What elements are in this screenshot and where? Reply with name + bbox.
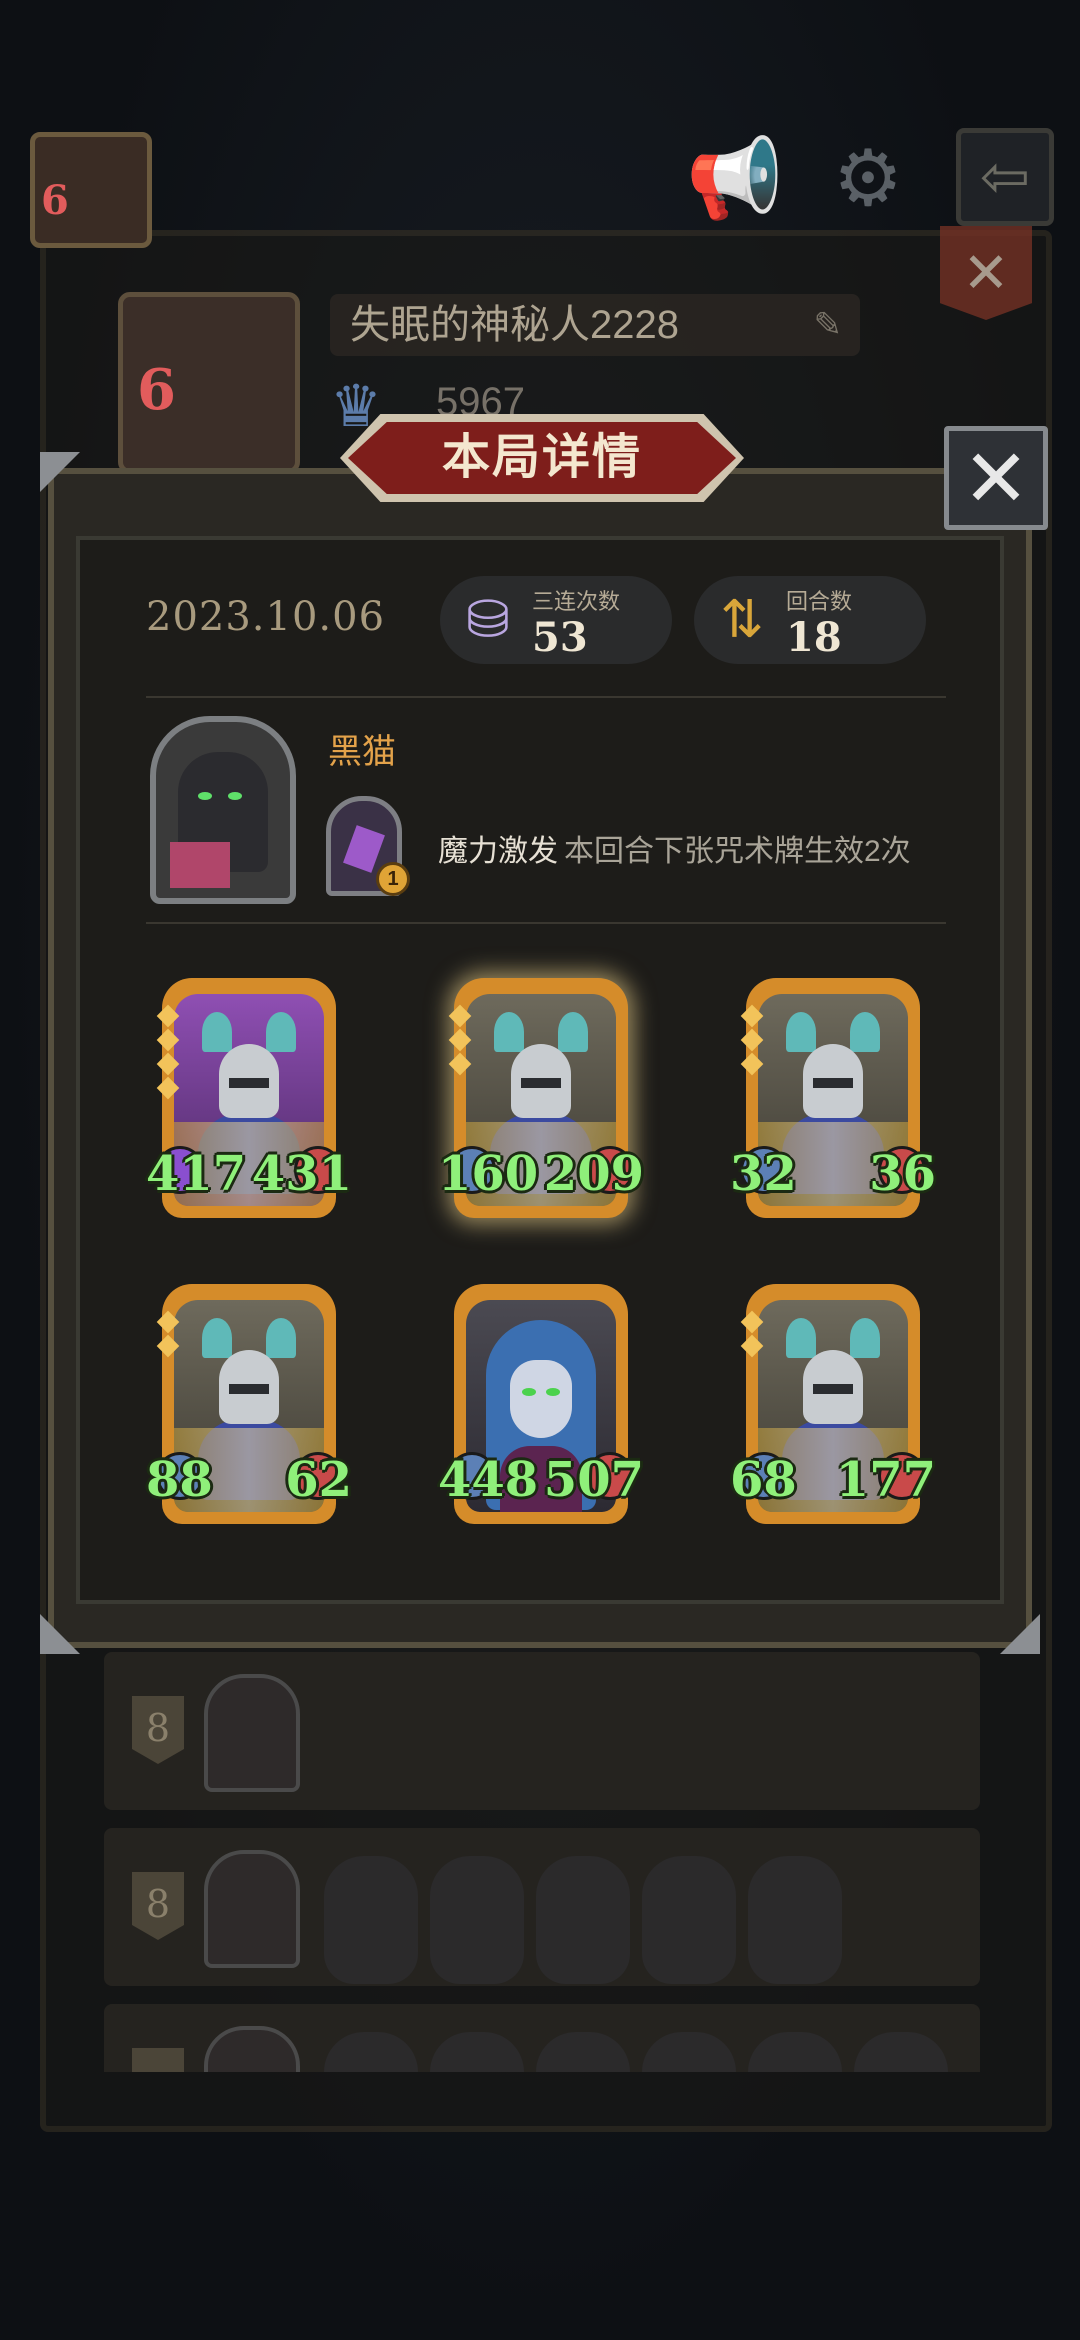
stat-value: 53	[532, 614, 588, 661]
unit-attack: 68	[730, 1452, 797, 1508]
exit-icon[interactable]: ⇦	[956, 128, 1054, 226]
unit-mini	[748, 1856, 842, 1984]
divider	[146, 696, 946, 698]
megaphone-icon[interactable]: 📢	[686, 130, 783, 226]
player-name-field[interactable]: 失眠的神秘人2228 ✎	[330, 294, 860, 356]
skill-name: 魔力激发	[438, 835, 558, 868]
unit-card[interactable]: 417 431	[146, 978, 352, 1218]
list-item[interactable]	[104, 2004, 980, 2072]
unit-mini	[536, 1856, 630, 1984]
unit-health: 209	[543, 1146, 644, 1202]
unit-card[interactable]: 88 62	[146, 1284, 352, 1524]
unit-mini	[324, 1856, 418, 1984]
unit-mini	[854, 2032, 948, 2072]
unit-card[interactable]: 32 36	[730, 978, 936, 1218]
list-item[interactable]: 8	[104, 1652, 980, 1810]
rank-badge	[132, 2048, 184, 2072]
rank-badge: 8	[132, 1696, 184, 1764]
unit-mini	[642, 1856, 736, 1984]
unit-mini	[536, 2032, 630, 2072]
unit-attack: 448	[438, 1452, 539, 1508]
edit-pencil-icon[interactable]: ✎	[814, 294, 843, 356]
unit-health: 177	[835, 1452, 936, 1508]
skill-description: 本回合下张咒术牌生效2次	[564, 835, 911, 868]
unit-mini	[430, 1856, 524, 1984]
unit-attack: 32	[730, 1146, 797, 1202]
unit-mini	[430, 2032, 524, 2072]
triple-icon: ⛁	[466, 591, 510, 649]
top-avatar-level: 6	[41, 177, 69, 224]
unit-card[interactable]: 68 177	[730, 1284, 936, 1524]
top-avatar[interactable]: 6	[30, 132, 152, 248]
list-item[interactable]: 8	[104, 1828, 980, 1986]
stat-value: 18	[786, 614, 842, 661]
unit-mini	[642, 2032, 736, 2072]
unit-health: 36	[869, 1146, 936, 1202]
close-button[interactable]: ✕	[944, 426, 1048, 530]
unit-mini	[748, 2032, 842, 2072]
unit-health: 507	[543, 1452, 644, 1508]
unit-attack: 417	[146, 1146, 247, 1202]
hero-portrait[interactable]	[150, 716, 296, 904]
unit-mini	[324, 2032, 418, 2072]
profile-avatar-level: 6	[137, 357, 176, 423]
rounds-icon: ⇅	[720, 591, 764, 649]
round-count-stat: ⇅ 回合数 18	[694, 576, 926, 664]
match-date: 2023.10.06	[146, 594, 386, 640]
gear-icon[interactable]: ⚙	[820, 130, 916, 226]
hero-name: 黑猫	[328, 733, 396, 771]
match-history-list: 8 8	[104, 1652, 980, 2072]
unit-health: 431	[251, 1146, 352, 1202]
divider	[146, 922, 946, 924]
close-icon: ✕	[962, 434, 1030, 523]
unit-attack: 160	[438, 1146, 539, 1202]
rank-badge: 8	[132, 1872, 184, 1940]
background-close-icon[interactable]: ✕	[940, 226, 1032, 320]
stat-label: 三连次数	[532, 589, 621, 614]
hero-portrait-mini	[204, 2026, 300, 2072]
hero-portrait-mini	[204, 1850, 300, 1968]
player-name: 失眠的神秘人2228	[350, 303, 679, 347]
unit-card[interactable]: 160 209	[438, 978, 644, 1218]
dialog-title: 本局详情	[441, 431, 642, 484]
hero-portrait-mini	[204, 1674, 300, 1792]
stat-label: 回合数	[786, 589, 853, 614]
skill-level-badge: 1	[376, 862, 410, 896]
dialog-title-banner: 本局详情	[340, 414, 744, 502]
profile-avatar: 6	[118, 292, 300, 474]
triple-count-stat: ⛁ 三连次数 53	[440, 576, 672, 664]
unit-attack: 88	[146, 1452, 213, 1508]
unit-card[interactable]: 448 507	[438, 1284, 644, 1524]
unit-health: 62	[285, 1452, 352, 1508]
